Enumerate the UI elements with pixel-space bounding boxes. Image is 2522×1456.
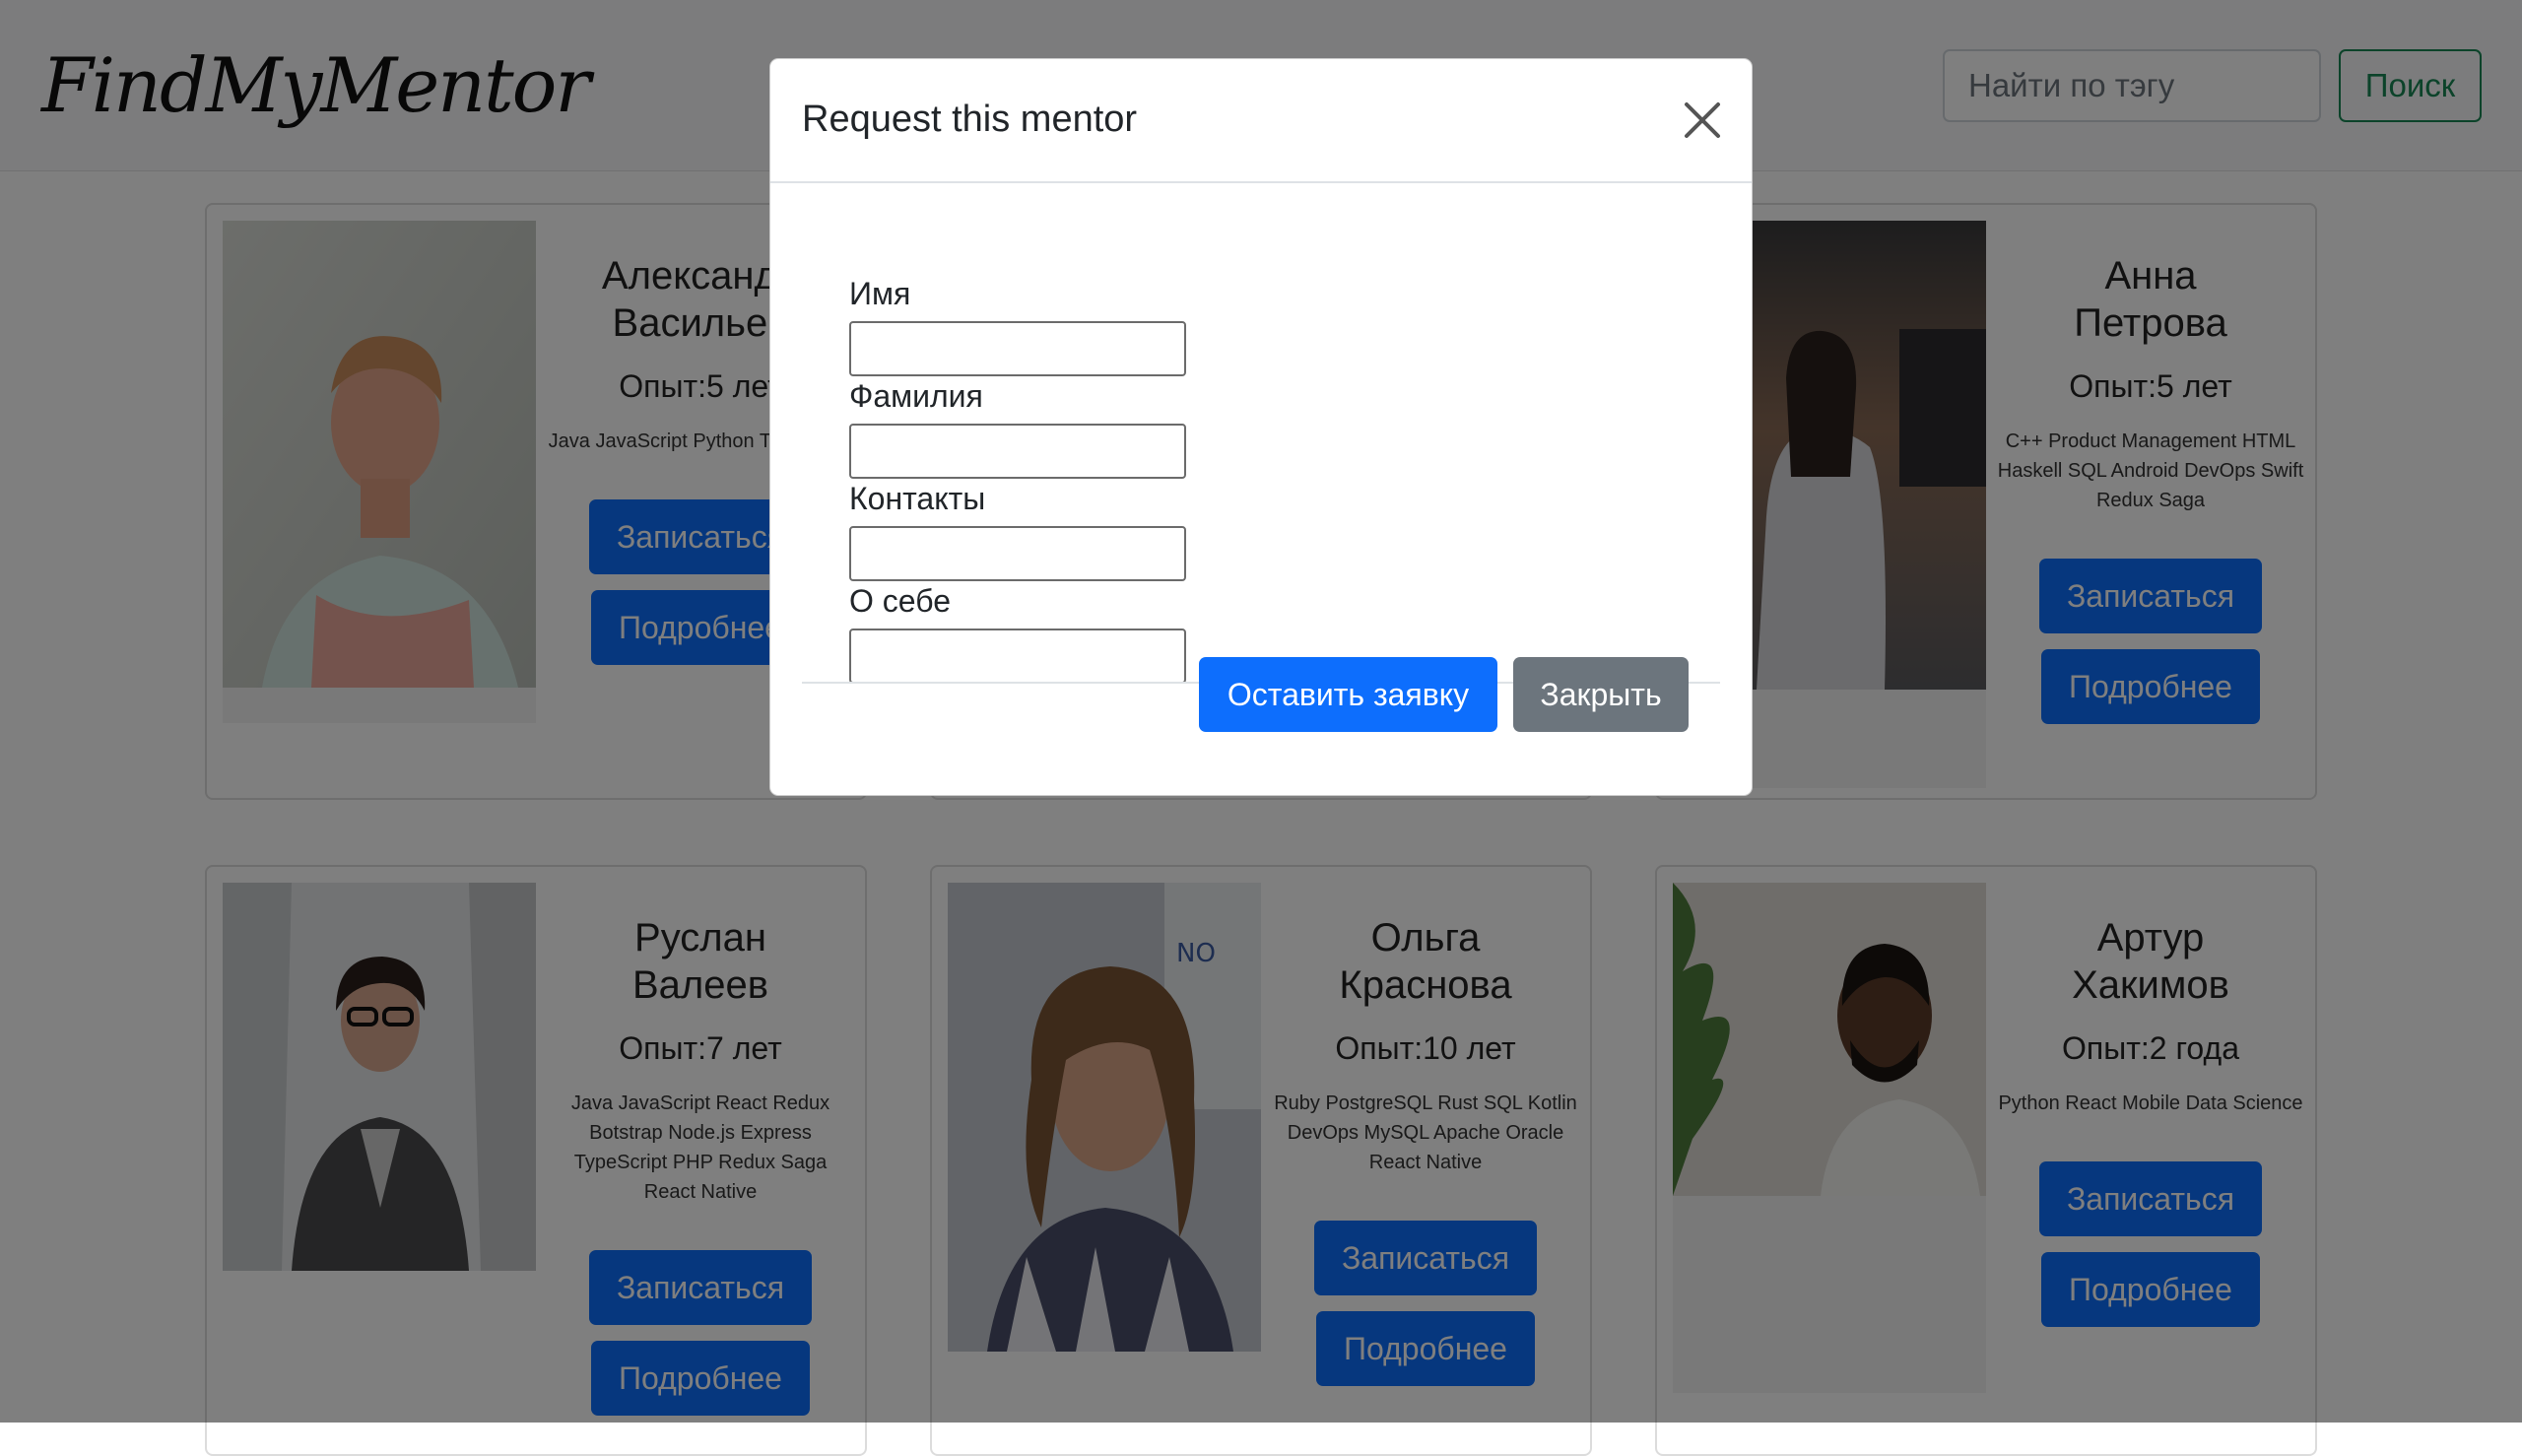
last-name-label: Фамилия xyxy=(849,378,983,414)
modal-header: Request this mentor xyxy=(770,59,1752,183)
modal-body: Имя Фамилия Контакты О себе xyxy=(802,183,1720,684)
first-name-field[interactable] xyxy=(849,321,1186,376)
contacts-label: Контакты xyxy=(849,481,986,516)
contacts-field[interactable] xyxy=(849,526,1186,581)
about-label: О себе xyxy=(849,583,951,619)
first-name-label: Имя xyxy=(849,276,911,311)
close-modal-button[interactable]: Закрыть xyxy=(1513,657,1689,732)
submit-request-button[interactable]: Оставить заявку xyxy=(1199,657,1497,732)
about-field[interactable] xyxy=(849,629,1186,684)
last-name-field[interactable] xyxy=(849,424,1186,479)
modal-title: Request this mentor xyxy=(802,99,1138,140)
close-icon[interactable] xyxy=(1683,100,1722,140)
